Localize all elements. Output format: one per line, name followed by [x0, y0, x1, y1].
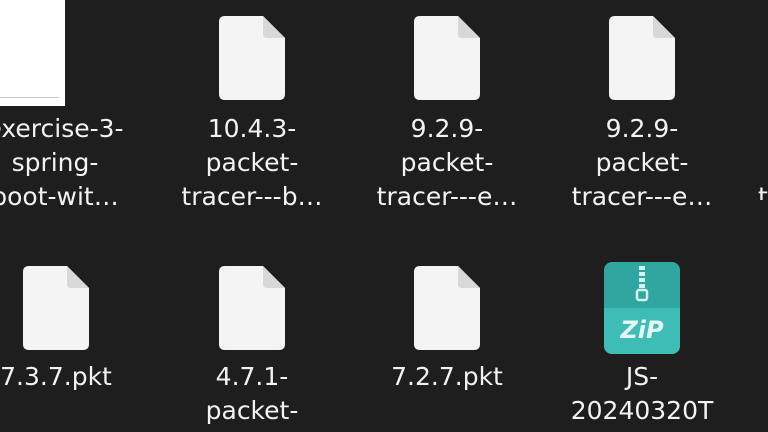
file-name-line: tracer---e… [571, 182, 713, 211]
file-name: 10.4.3- packet- tracer---b… [162, 112, 342, 214]
file-icon [23, 266, 89, 350]
file-name-line: spring- [11, 148, 99, 177]
file-icon [609, 16, 675, 100]
file-name-line: packet- [205, 148, 299, 177]
file-icon [219, 266, 285, 350]
file-item-7-3-7[interactable]: 7.3.7.pkt [0, 250, 146, 432]
file-grid: exercise-3- spring- boot-wit… 10.4.3- pa… [0, 0, 768, 432]
file-name: 9.2.9- packet- tracer---e… [357, 112, 537, 214]
file-name-line: 9.2.9- [410, 114, 484, 143]
zip-archive-icon: ZiP [604, 262, 680, 354]
file-item-exercise-3[interactable]: exercise-3- spring- boot-wit… [0, 0, 145, 211]
file-name-line: tracer---b… [181, 182, 323, 211]
file-name-line: 10.4.3- [207, 114, 297, 143]
file-name-line: packet- [205, 396, 299, 425]
file-item-7-2-7[interactable]: 7.2.7.pkt [357, 250, 537, 432]
file-name-line: 20240320T [570, 396, 714, 425]
file-name: 4.7.1- packet- [162, 360, 342, 428]
file-name-line: packet- [595, 148, 689, 177]
file-name-line: boot-wit… [0, 182, 119, 211]
file-name-line: 7.3.7.pkt [0, 362, 112, 391]
file-name-line: t [758, 182, 768, 200]
file-name-line: tracer---e… [376, 182, 518, 211]
file-name: 7.3.7.pkt [0, 360, 146, 394]
file-name: exercise-3- spring- boot-wit… [0, 112, 145, 214]
file-icon [414, 266, 480, 350]
file-name: 9.2.9- packet- tracer---e… [552, 112, 732, 214]
file-name-line: JS- [625, 362, 659, 391]
file-name: JS- 20240320T [552, 360, 732, 428]
file-name-line: packet- [400, 148, 494, 177]
file-icon [219, 16, 285, 100]
file-item-4-7-1[interactable]: 4.7.1- packet- [162, 250, 342, 432]
document-preview-thumbnail [0, 0, 65, 106]
file-name-line: 7.2.7.pkt [391, 362, 503, 391]
file-name-line: 4.7.1- [215, 362, 289, 391]
file-item-9-2-9-a[interactable]: 9.2.9- packet- tracer---e… [357, 0, 537, 211]
zip-icon-text: ZiP [619, 316, 664, 344]
file-name: t [758, 180, 768, 200]
file-name: 7.2.7.pkt [357, 360, 537, 394]
file-item-9-2-9-b[interactable]: 9.2.9- packet- tracer---e… [552, 0, 732, 211]
file-item-partial[interactable]: t [758, 0, 768, 200]
file-item-10-4-3[interactable]: 10.4.3- packet- tracer---b… [162, 0, 342, 211]
file-item-js-zip[interactable]: ZiP JS- 20240320T [552, 250, 732, 432]
file-name-line: 9.2.9- [605, 114, 679, 143]
file-icon [414, 16, 480, 100]
file-name-line: exercise-3- [0, 114, 124, 143]
